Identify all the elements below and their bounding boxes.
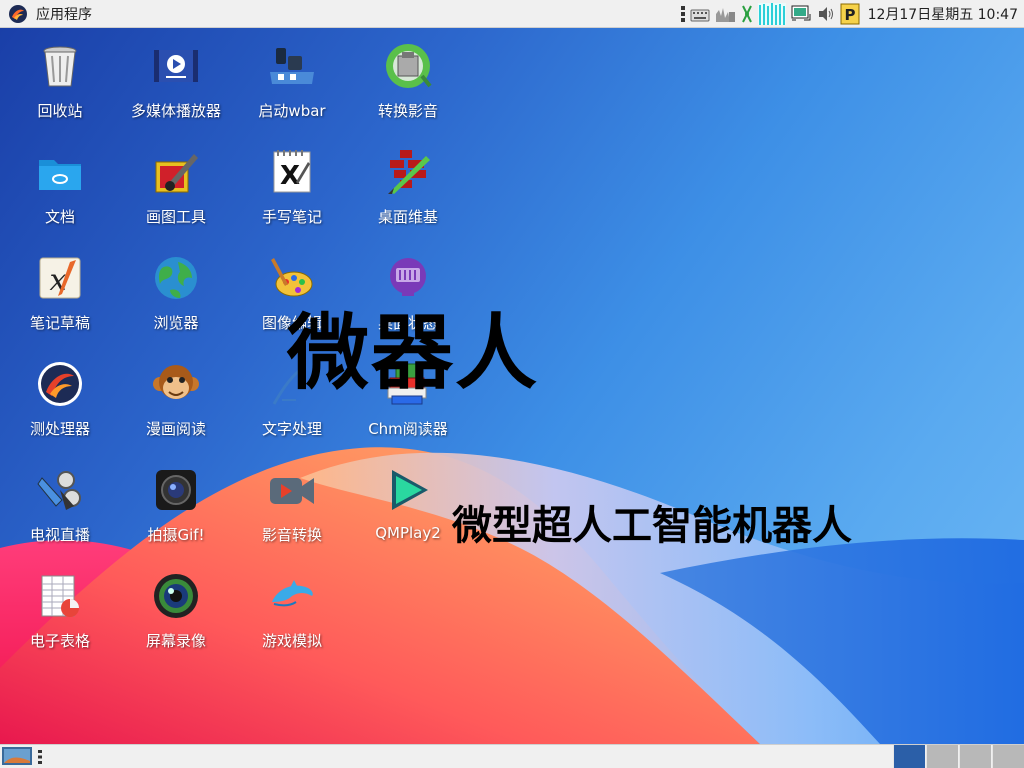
- media-player-icon: [154, 50, 198, 82]
- cpu-monitor-icon[interactable]: [757, 3, 786, 25]
- trash-icon: [43, 46, 77, 87]
- desktop-icon-label: 电视直播: [29, 526, 90, 544]
- folder-icon: [39, 160, 81, 190]
- desktop-icon-label: 浏览器: [153, 314, 199, 332]
- desktop-icon-comic-reader[interactable]: 漫画阅读: [118, 350, 234, 450]
- play-icon: [392, 470, 428, 510]
- bottom-panel: [0, 744, 1024, 768]
- workspace-3[interactable]: [959, 745, 991, 768]
- top-panel: 应用程序 P 12月17日星期五 10:47: [0, 0, 1024, 28]
- dock-icon: [270, 48, 314, 84]
- desktop-icon-handwriting-notes[interactable]: X 手写笔记: [234, 138, 350, 238]
- desktop-icon-start-wbar[interactable]: 启动wbar: [234, 32, 350, 132]
- desktop-icon-label: 游戏模拟: [261, 632, 322, 650]
- spreadsheet-icon: [41, 575, 79, 617]
- desktop-icon-screen-recorder[interactable]: 屏幕录像: [118, 562, 234, 662]
- desktop-icon-desktop-wiki[interactable]: 桌面维基: [350, 138, 466, 238]
- desktop-icon-label: 文档: [44, 208, 75, 226]
- desktop-icon-browser[interactable]: 浏览器: [118, 244, 234, 344]
- desktop-icon-label: 回收站: [37, 102, 83, 120]
- clock[interactable]: 12月17日星期五 10:47: [868, 4, 1018, 24]
- desktop-icon-convert-media[interactable]: 转换影音: [350, 32, 466, 132]
- workspace-1[interactable]: [893, 745, 925, 768]
- globe-icon: [155, 257, 197, 299]
- desktop-icon-documents[interactable]: 文档: [2, 138, 118, 238]
- big-title: 微器人: [287, 306, 540, 401]
- desktop-icon-label: 漫画阅读: [145, 420, 206, 438]
- math-note-icon: x: [39, 257, 81, 299]
- desktop-icon-label: 画图工具: [145, 208, 206, 226]
- network-monitor-icon[interactable]: [714, 3, 736, 25]
- wiki-icon: [388, 150, 430, 194]
- workspace-2[interactable]: [926, 745, 958, 768]
- desktop-icon-label: 影音转换: [261, 526, 322, 544]
- handle-icon[interactable]: [38, 749, 42, 765]
- palette-icon: [271, 258, 313, 297]
- svg-text:X: X: [280, 161, 300, 191]
- applications-menu-label: 应用程序: [36, 6, 92, 23]
- camera-icon: [156, 470, 196, 510]
- desktop-icon-game-emulator[interactable]: 游戏模拟: [234, 562, 350, 662]
- desktop-icon-label: 多媒体播放器: [130, 102, 221, 120]
- desktop-icon-label: 拍摄Gif!: [147, 526, 205, 544]
- xournal-icon: X: [273, 150, 311, 193]
- desktop-icon-label: QMPlay2: [375, 524, 441, 542]
- monkey-icon: [153, 365, 199, 399]
- paint-icon: [155, 154, 198, 193]
- desktop-icon-label: 测处理器: [29, 420, 90, 438]
- desktop-icon-qmplay2[interactable]: QMPlay2: [350, 456, 466, 556]
- desktop-icon-label: 文字处理: [261, 420, 322, 438]
- workspace-4[interactable]: [992, 745, 1024, 768]
- parking-icon[interactable]: P: [840, 3, 860, 25]
- system-tray: P 12月17日星期五 10:47: [678, 0, 1024, 28]
- desktop-icon-processor[interactable]: 测处理器: [2, 350, 118, 450]
- desktop-icon-label: 电子表格: [29, 632, 90, 650]
- app-menu-logo-icon: [9, 4, 27, 23]
- desktop-icon-media-player[interactable]: 多媒体播放器: [118, 32, 234, 132]
- desktop-icon-gif-capture[interactable]: 拍摄Gif!: [118, 456, 234, 556]
- volume-icon[interactable]: [816, 3, 836, 25]
- svg-text:P: P: [844, 6, 855, 24]
- desktop-icon-paint-tool[interactable]: 画图工具: [118, 138, 234, 238]
- desktop-icon-label: 手写笔记: [261, 208, 322, 226]
- desktop-icon-label: Chm阅读器: [368, 420, 448, 438]
- desktop-icon-label: 笔记草稿: [29, 314, 90, 332]
- show-desktop-icon[interactable]: [2, 747, 32, 765]
- desktop-icon-video-convert[interactable]: 影音转换: [234, 456, 350, 556]
- desktop-icon-label: 启动wbar: [258, 102, 326, 120]
- tv-icon: [37, 471, 81, 510]
- keyboard-icon[interactable]: [690, 3, 710, 25]
- subtitle: 微型超人工智能机器人: [452, 503, 852, 549]
- video-camera-icon: [270, 478, 314, 504]
- desktop-icon-trash[interactable]: 回收站: [2, 32, 118, 132]
- desktop-icon-label: 屏幕录像: [145, 632, 206, 650]
- status-monitor-icon: [390, 258, 426, 296]
- dolphin-icon: [272, 580, 313, 607]
- desktop-icon-label: 桌面维基: [377, 208, 438, 226]
- cursor-icon[interactable]: [740, 3, 754, 25]
- desktop-icon-label: 转换影音: [377, 102, 438, 120]
- processor-icon: [38, 362, 82, 406]
- handle-icon[interactable]: [680, 3, 686, 25]
- applications-menu-button[interactable]: 应用程序: [0, 0, 92, 28]
- lens-icon: [154, 574, 198, 618]
- desktop-icon-notes-draft[interactable]: x 笔记草稿: [2, 244, 118, 344]
- desktop-icon-live-tv[interactable]: 电视直播: [2, 456, 118, 556]
- desktop-icon-spreadsheet[interactable]: 电子表格: [2, 562, 118, 662]
- network-icon[interactable]: [790, 3, 812, 25]
- video-convert-icon: [386, 44, 432, 88]
